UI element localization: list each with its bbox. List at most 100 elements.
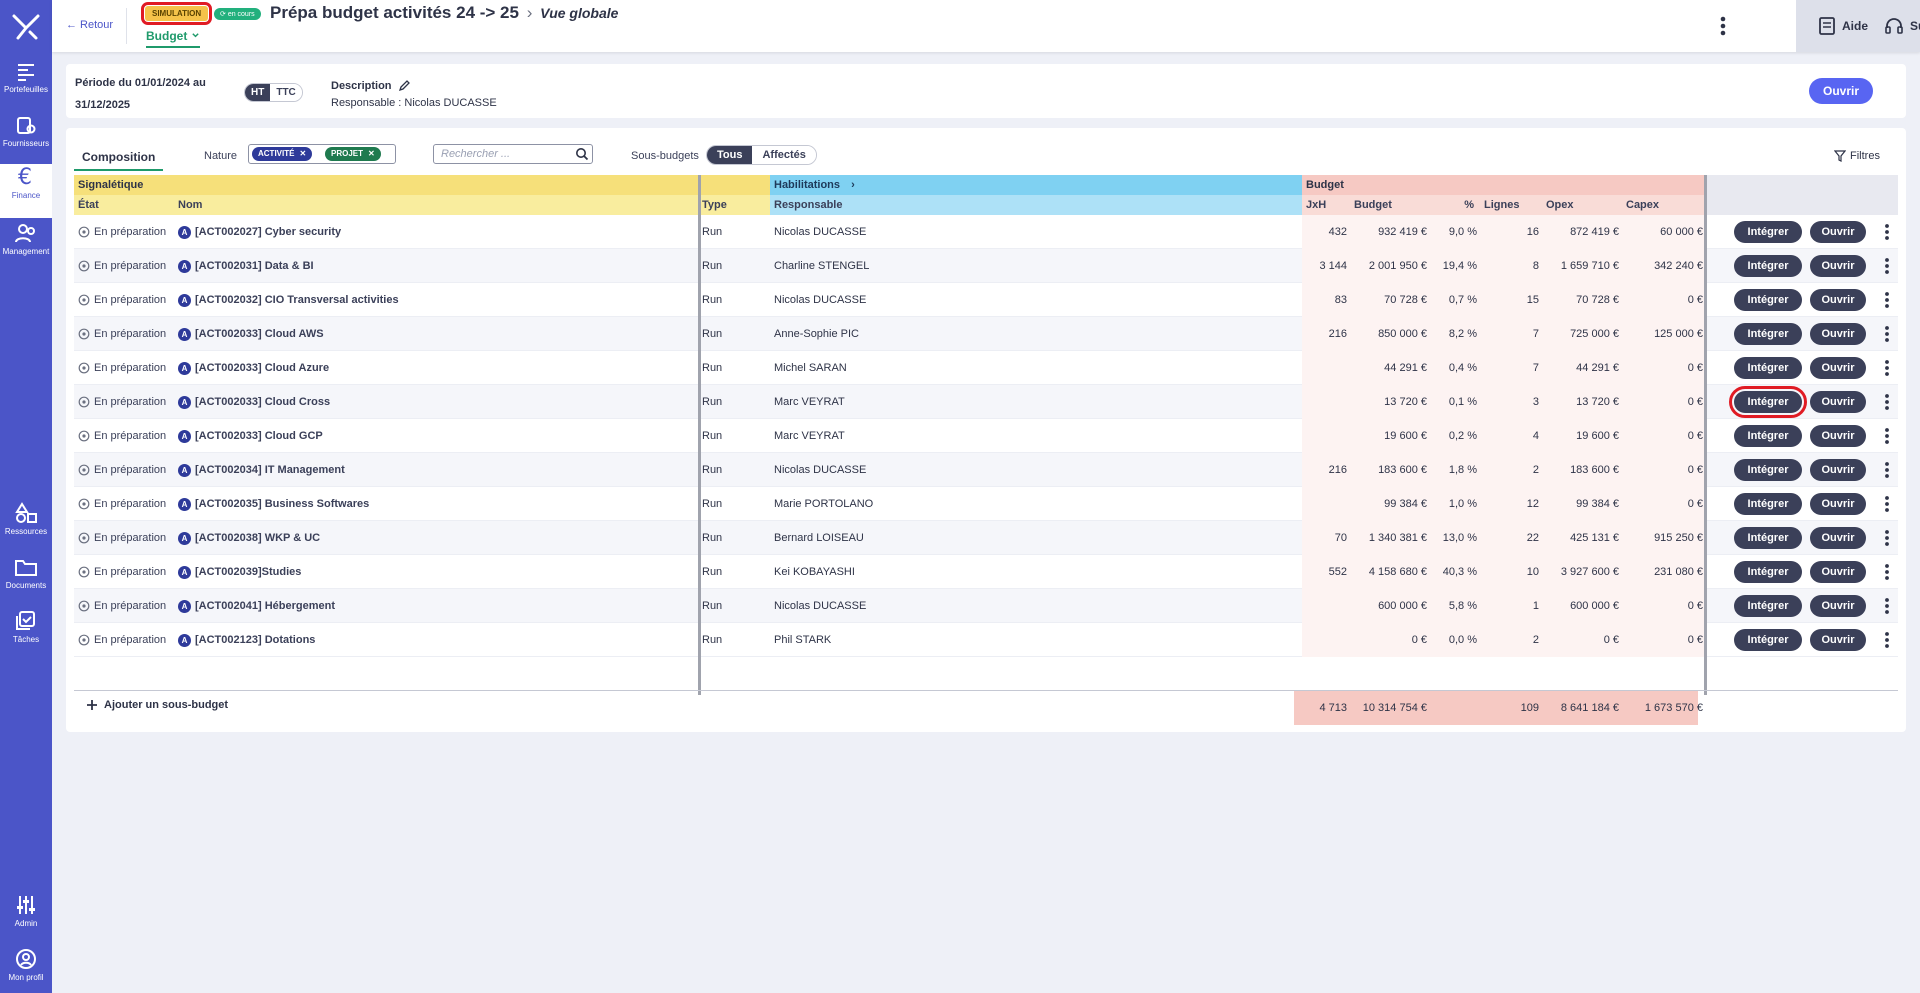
view-name[interactable]: Vue globale [540,5,618,21]
search-icon[interactable] [575,147,589,161]
edit-icon[interactable] [398,79,411,92]
open-row-button[interactable]: Ouvrir [1810,357,1866,379]
row-nom[interactable]: A [ACT002034] IT Management [178,453,696,487]
close-icon[interactable]: ✕ [368,149,375,158]
toggle-tous[interactable]: Tous [707,146,753,164]
open-row-button[interactable]: Ouvrir [1810,289,1866,311]
open-row-button[interactable]: Ouvrir [1810,561,1866,583]
open-row-button[interactable]: Ouvrir [1810,595,1866,617]
close-icon[interactable]: ✕ [299,149,306,158]
open-button[interactable]: Ouvrir [1809,78,1874,104]
row-more-options-icon[interactable] [1882,291,1892,309]
row-nom[interactable]: A [ACT002039]Studies [178,555,696,589]
integrate-button[interactable]: Intégrer [1734,561,1802,583]
row-more-options-icon[interactable] [1882,631,1892,649]
row-nom[interactable]: A [ACT002041] Hébergement [178,589,696,623]
row-more-options-icon[interactable] [1882,495,1892,513]
open-row-button[interactable]: Ouvrir [1810,391,1866,413]
sidebar-item-ressources[interactable]: Ressources [0,502,52,556]
sidebar-item-profil[interactable]: Mon profil [0,948,52,993]
more-options-icon[interactable] [1716,14,1730,38]
sidebar-item-documents[interactable]: Documents [0,556,52,610]
col-budget[interactable]: Budget [1350,195,1430,215]
integrate-button[interactable]: Intégrer [1734,323,1802,345]
sidebar-item-portefeuilles[interactable]: Portefeuilles [0,60,52,114]
sidebar-item-fournisseurs[interactable]: Fournisseurs [0,114,52,168]
row-nom[interactable]: A [ACT002033] Cloud GCP [178,419,696,453]
table-row[interactable]: En préparation A [ACT002031] Data & BI Run C… [74,249,1898,283]
filters-button[interactable]: Filtres [1834,150,1880,162]
integrate-button[interactable]: Intégrer [1734,425,1802,447]
row-more-options-icon[interactable] [1882,325,1892,343]
table-row[interactable]: En préparation A [ACT002123] Dotations Run P… [74,623,1898,657]
table-row[interactable]: En préparation A [ACT002034] IT Management… [74,453,1898,487]
table-row[interactable]: En préparation A [ACT002033] Cloud AWS Run A… [74,317,1898,351]
col-type[interactable]: Type [698,195,770,215]
col-capex[interactable]: Capex [1622,195,1706,215]
col-jxh[interactable]: JxH [1302,195,1350,215]
open-row-button[interactable]: Ouvrir [1810,629,1866,651]
table-row[interactable]: En préparation A [ACT002033] Cloud GCP Run M… [74,419,1898,453]
integrate-button[interactable]: Intégrer [1729,386,1807,418]
open-row-button[interactable]: Ouvrir [1810,425,1866,447]
integrate-button[interactable]: Intégrer [1734,459,1802,481]
row-more-options-icon[interactable] [1882,359,1892,377]
table-row[interactable]: En préparation A [ACT002038] WKP & UC Run Be… [74,521,1898,555]
chip-projet[interactable]: PROJET ✕ [325,147,381,161]
support-button[interactable]: Support [1884,16,1920,36]
nature-filter[interactable]: ACTIVITÉ ✕ PROJET ✕ [248,144,396,164]
col-pct[interactable]: % [1430,195,1480,215]
table-row[interactable]: En préparation A [ACT002035] Business Soft… [74,487,1898,521]
row-more-options-icon[interactable] [1882,257,1892,275]
col-responsable[interactable]: Responsable [770,195,1302,215]
back-link[interactable]: ← Retour [66,19,113,31]
row-nom[interactable]: A [ACT002032] CIO Transversal activities [178,283,696,317]
help-button[interactable]: Aide [1818,16,1868,36]
integrate-button[interactable]: Intégrer [1734,357,1802,379]
row-nom[interactable]: A [ACT002038] WKP & UC [178,521,696,555]
open-row-button[interactable]: Ouvrir [1810,459,1866,481]
col-etat[interactable]: État [74,195,174,215]
add-sub-budget-button[interactable]: Ajouter un sous-budget [86,699,228,711]
row-more-options-icon[interactable] [1882,223,1892,241]
sidebar-item-finance[interactable]: € Finance [0,164,52,218]
toggle-affectes[interactable]: Affectés [752,146,816,164]
app-logo-icon[interactable] [10,10,42,42]
table-row[interactable]: En préparation A [ACT002033] Cloud Cross Ru… [74,385,1898,419]
row-nom[interactable]: A [ACT002033] Cloud AWS [178,317,696,351]
row-more-options-icon[interactable] [1882,563,1892,581]
row-more-options-icon[interactable] [1882,427,1892,445]
integrate-button[interactable]: Intégrer [1734,289,1802,311]
col-lignes[interactable]: Lignes [1480,195,1542,215]
table-row[interactable]: En préparation A [ACT002039]Studies Run Kei … [74,555,1898,589]
row-more-options-icon[interactable] [1882,597,1892,615]
row-more-options-icon[interactable] [1882,393,1892,411]
table-row[interactable]: En préparation A [ACT002027] Cyber securit… [74,215,1898,249]
integrate-button[interactable]: Intégrer [1734,595,1802,617]
open-row-button[interactable]: Ouvrir [1810,255,1866,277]
row-more-options-icon[interactable] [1882,461,1892,479]
group-habilitations[interactable]: Habilitations › [770,175,1302,195]
row-more-options-icon[interactable] [1882,529,1892,547]
table-row[interactable]: En préparation A [ACT002033] Cloud Azure Ru… [74,351,1898,385]
chip-activite[interactable]: ACTIVITÉ ✕ [252,147,313,161]
row-nom[interactable]: A [ACT002027] Cyber security [178,215,696,249]
integrate-button[interactable]: Intégrer [1734,255,1802,277]
table-row[interactable]: En préparation A [ACT002041] Hébergement Ru… [74,589,1898,623]
sidebar-item-management[interactable]: Management [0,222,52,276]
sidebar-item-taches[interactable]: Tâches [0,610,52,664]
open-row-button[interactable]: Ouvrir [1810,527,1866,549]
open-row-button[interactable]: Ouvrir [1810,493,1866,515]
integrate-button[interactable]: Intégrer [1734,629,1802,651]
row-nom[interactable]: A [ACT002033] Cloud Azure [178,351,696,385]
open-row-button[interactable]: Ouvrir [1810,323,1866,345]
integrate-button[interactable]: Intégrer [1734,221,1802,243]
row-nom[interactable]: A [ACT002035] Business Softwares [178,487,696,521]
toggle-ht[interactable]: HT [245,84,271,101]
row-nom[interactable]: A [ACT002033] Cloud Cross [178,385,696,419]
row-nom[interactable]: A [ACT002123] Dotations [178,623,696,657]
search-input[interactable] [433,144,593,164]
tab-composition[interactable]: Composition [74,150,164,171]
toggle-ttc[interactable]: TTC [270,84,302,101]
tab-budget[interactable]: Budget [146,29,200,48]
